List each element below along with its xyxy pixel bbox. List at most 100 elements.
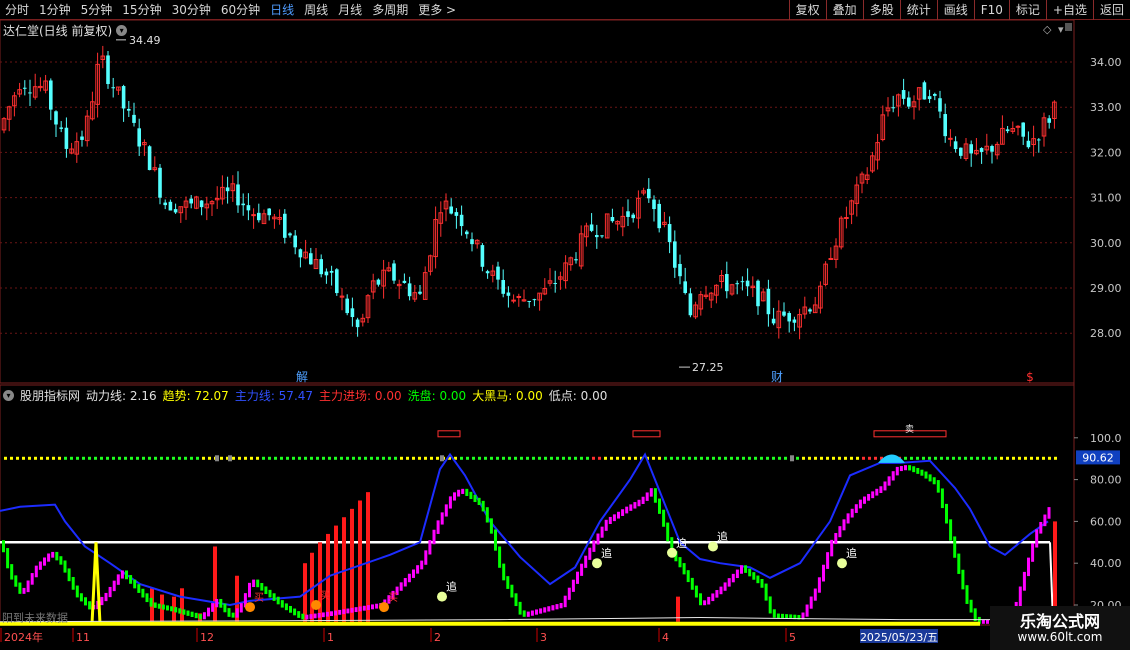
candle-body (792, 319, 797, 323)
trend-step (506, 576, 510, 589)
dotted-mark (526, 456, 529, 460)
trend-step (178, 608, 182, 614)
tool-button[interactable]: +自选 (1045, 0, 1093, 20)
candle-body (1015, 125, 1021, 128)
tool-button[interactable]: 返回 (1092, 0, 1130, 20)
trend-step (481, 500, 485, 512)
price-tick: 34.00 (1090, 56, 1122, 69)
dotted-mark (52, 456, 55, 460)
trend-step (1039, 521, 1043, 534)
tab-timeframe[interactable]: 60分钟 (216, 0, 265, 20)
dotted-mark (184, 456, 187, 460)
date-label: 4 (662, 631, 669, 644)
trend-step (883, 481, 887, 491)
trend-step (161, 604, 165, 610)
trend-step (621, 509, 625, 516)
tool-button[interactable]: 复权 (788, 0, 826, 20)
site-logo: 乐淘公式网 www.60lt.com (990, 606, 1130, 650)
trend-step (608, 516, 612, 524)
chase-label: 追 (846, 546, 857, 560)
dotted-mark (484, 456, 487, 460)
trend-step (71, 576, 75, 590)
candle-body (121, 86, 126, 109)
tab-timeframe[interactable]: 分时 (0, 0, 34, 20)
candle-body (225, 187, 230, 192)
trend-step (63, 560, 67, 573)
tab-timeframe[interactable]: 更多 > (413, 0, 461, 20)
dotted-mark (16, 456, 19, 460)
trend-step (43, 557, 46, 566)
indicator-name[interactable]: 股朋指标网 (20, 387, 80, 404)
price-tick: 33.00 (1090, 101, 1122, 114)
dotted-mark (694, 456, 697, 460)
chart-area[interactable]: 34.00 33.00 32.00 31.00 30.00 29.00 28.00 34.49… (0, 20, 1130, 650)
tab-timeframe[interactable]: 15分钟 (117, 0, 166, 20)
indicator-values: 动力线: 2.16 趋势: 72.07 主力线: 57.47 主力进场: 0.00 洗盘… (86, 387, 613, 404)
event-label: $ (1026, 370, 1034, 384)
tab-timeframe[interactable]: 周线 (299, 0, 333, 20)
dotted-mark (778, 456, 781, 460)
dotted-mark (136, 456, 139, 460)
tool-button[interactable]: 叠加 (825, 0, 863, 20)
trend-step (14, 575, 18, 587)
tab-timeframe[interactable]: 月线 (333, 0, 367, 20)
dotted-mark (952, 456, 955, 460)
trend-step (653, 488, 657, 503)
top-box (632, 430, 661, 438)
dotted-mark (502, 456, 505, 460)
trend-step (887, 476, 891, 486)
trend-step (768, 596, 772, 614)
trend-step (268, 589, 272, 598)
trend-step (543, 607, 547, 613)
candle-body (257, 212, 261, 221)
dotted-mark (772, 456, 775, 460)
dotted-mark (910, 456, 913, 460)
candle-body (688, 293, 693, 316)
trend-step (891, 471, 895, 481)
tab-timeframe[interactable]: 1分钟 (34, 0, 76, 20)
trend-step (75, 585, 79, 598)
candle-body (948, 137, 953, 140)
trend-step (112, 580, 116, 592)
dotted-mark (532, 456, 535, 460)
trend-step (371, 604, 374, 610)
chevron-down-icon[interactable]: ▾ (3, 390, 14, 401)
tool-button[interactable]: 画线 (936, 0, 974, 20)
trend-step (571, 579, 575, 592)
dotted-mark (604, 456, 607, 460)
tool-button[interactable]: 统计 (899, 0, 937, 20)
trend-step (658, 498, 661, 514)
dotted-mark (814, 456, 817, 460)
candle-body (418, 291, 422, 294)
tab-timeframe[interactable]: 30分钟 (167, 0, 216, 20)
dotted-mark (250, 456, 253, 460)
trend-step (916, 467, 920, 474)
tab-timeframe[interactable]: 日线 (265, 0, 299, 20)
candle-body (23, 87, 27, 89)
dotted-mark (550, 456, 553, 460)
dotted-mark (178, 456, 181, 460)
dotted-mark (538, 456, 541, 460)
candle-body (241, 203, 245, 206)
tab-timeframe[interactable]: 多周期 (367, 0, 413, 20)
dotted-mark (688, 456, 691, 460)
candle-body (345, 298, 349, 314)
candle-body (485, 271, 490, 274)
tool-button[interactable]: 多股 (862, 0, 900, 20)
chevron-down-icon[interactable]: ▾ (116, 25, 128, 36)
tool-button[interactable]: F10 (973, 0, 1009, 20)
trend-step (325, 611, 329, 617)
trend-step (924, 471, 928, 479)
candle-body (787, 313, 791, 322)
trend-step (2, 540, 5, 553)
candle-body (392, 263, 396, 281)
trend-step (547, 606, 551, 612)
dotted-mark (820, 456, 823, 460)
trend-step (715, 590, 719, 598)
logo-name: 乐淘公式网 (1019, 612, 1100, 631)
trend-step (202, 612, 206, 620)
trend-step (366, 605, 370, 610)
tab-timeframe[interactable]: 5分钟 (76, 0, 118, 20)
tool-button[interactable]: 标记 (1008, 0, 1046, 20)
dotted-mark (100, 456, 103, 460)
